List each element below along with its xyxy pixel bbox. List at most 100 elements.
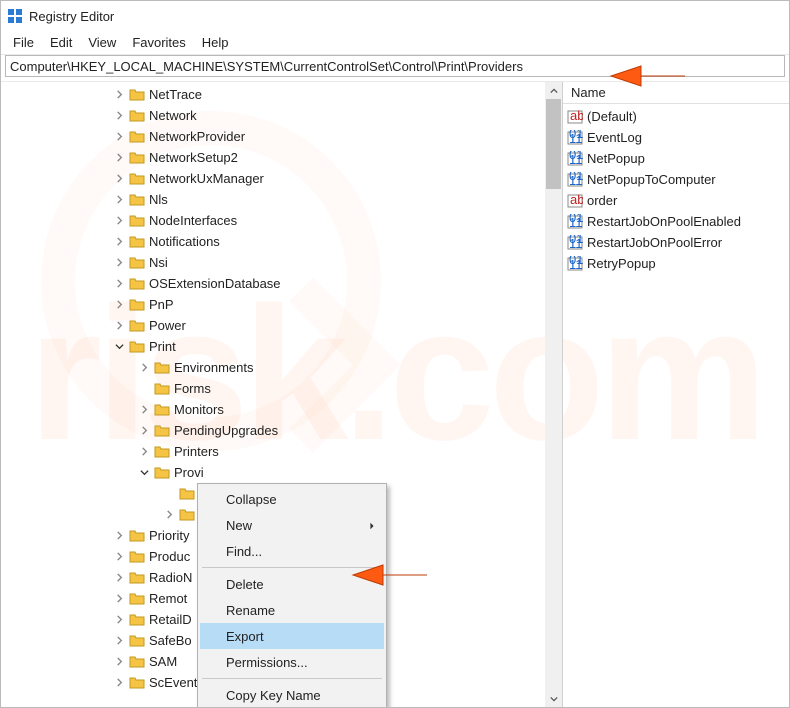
folder-icon — [129, 591, 145, 607]
menu-help[interactable]: Help — [194, 33, 237, 52]
value-name: NetPopupToComputer — [587, 172, 716, 187]
chevron-right-icon[interactable] — [134, 426, 154, 435]
value-name: EventLog — [587, 130, 642, 145]
tree-label: Notifications — [149, 234, 220, 249]
chevron-down-icon[interactable] — [134, 468, 154, 477]
tree-node[interactable]: Printers — [1, 441, 562, 462]
value-row[interactable]: 011110NetPopup — [563, 148, 789, 169]
chevron-right-icon[interactable] — [109, 111, 129, 120]
tree-node[interactable]: Nls — [1, 189, 562, 210]
svg-text:110: 110 — [569, 257, 583, 272]
chevron-right-icon[interactable] — [109, 258, 129, 267]
tree-node-print[interactable]: Print — [1, 336, 562, 357]
value-name: RestartJobOnPoolError — [587, 235, 722, 250]
scroll-track[interactable] — [545, 99, 562, 690]
chevron-right-icon[interactable] — [109, 615, 129, 624]
column-header-name[interactable]: Name — [563, 82, 614, 103]
tree-node[interactable]: NetworkProvider — [1, 126, 562, 147]
scroll-up-button[interactable] — [545, 82, 562, 99]
menu-edit[interactable]: Edit — [42, 33, 80, 52]
value-row[interactable]: 011110NetPopupToComputer — [563, 169, 789, 190]
ctx-delete[interactable]: Delete — [200, 571, 384, 597]
value-panel: Name ab(Default)011110EventLog011110NetP… — [563, 82, 789, 707]
tree-label: SAM — [149, 654, 177, 669]
folder-icon — [129, 150, 145, 166]
tree-node-providers[interactable]: Provi — [1, 462, 562, 483]
ctx-collapse[interactable]: Collapse — [200, 486, 384, 512]
folder-icon — [129, 255, 145, 271]
ctx-find[interactable]: Find... — [200, 538, 384, 564]
chevron-right-icon[interactable] — [134, 363, 154, 372]
chevron-right-icon[interactable] — [109, 678, 129, 687]
ctx-new[interactable]: New — [200, 512, 384, 538]
scroll-thumb[interactable] — [546, 99, 561, 189]
tree-node[interactable]: Nsi — [1, 252, 562, 273]
value-name: RetryPopup — [587, 256, 656, 271]
chevron-right-icon[interactable] — [134, 405, 154, 414]
tree-label: Print — [149, 339, 176, 354]
chevron-right-icon[interactable] — [109, 552, 129, 561]
chevron-right-icon[interactable] — [109, 636, 129, 645]
chevron-right-icon[interactable] — [109, 132, 129, 141]
reg-dword-icon: 011110 — [567, 151, 583, 167]
chevron-right-icon[interactable] — [109, 174, 129, 183]
value-row[interactable]: 011110RetryPopup — [563, 253, 789, 274]
chevron-right-icon[interactable] — [109, 657, 129, 666]
tree-node[interactable]: Forms — [1, 378, 562, 399]
chevron-right-icon[interactable] — [109, 216, 129, 225]
value-list[interactable]: ab(Default)011110EventLog011110NetPopup0… — [563, 104, 789, 274]
ctx-export[interactable]: Export — [200, 623, 384, 649]
tree-node[interactable]: PendingUpgrades — [1, 420, 562, 441]
chevron-right-icon[interactable] — [109, 531, 129, 540]
tree-node[interactable]: NetworkSetup2 — [1, 147, 562, 168]
chevron-right-icon[interactable] — [109, 237, 129, 246]
folder-icon — [129, 675, 145, 691]
value-name: order — [587, 193, 617, 208]
ctx-copykeyname[interactable]: Copy Key Name — [200, 682, 384, 707]
reg-dword-icon: 011110 — [567, 214, 583, 230]
folder-icon — [154, 360, 170, 376]
folder-icon — [129, 654, 145, 670]
tree-label: Remot — [149, 591, 187, 606]
value-row[interactable]: 011110EventLog — [563, 127, 789, 148]
tree-node[interactable]: NetworkUxManager — [1, 168, 562, 189]
chevron-right-icon[interactable] — [134, 447, 154, 456]
vertical-scrollbar[interactable] — [545, 82, 562, 707]
folder-icon — [129, 234, 145, 250]
tree-node[interactable]: NetTrace — [1, 84, 562, 105]
chevron-right-icon[interactable] — [109, 321, 129, 330]
folder-icon — [129, 108, 145, 124]
ctx-rename[interactable]: Rename — [200, 597, 384, 623]
tree-node[interactable]: Power — [1, 315, 562, 336]
chevron-right-icon[interactable] — [109, 90, 129, 99]
chevron-right-icon[interactable] — [109, 279, 129, 288]
chevron-right-icon[interactable] — [109, 300, 129, 309]
ctx-permissions[interactable]: Permissions... — [200, 649, 384, 675]
menu-view[interactable]: View — [80, 33, 124, 52]
tree-node[interactable]: Notifications — [1, 231, 562, 252]
menu-file[interactable]: File — [5, 33, 42, 52]
tree-node[interactable]: Environments — [1, 357, 562, 378]
address-bar[interactable]: Computer\HKEY_LOCAL_MACHINE\SYSTEM\Curre… — [5, 55, 785, 77]
tree-node[interactable]: NodeInterfaces — [1, 210, 562, 231]
tree-node[interactable]: Network — [1, 105, 562, 126]
tree-label: NetTrace — [149, 87, 202, 102]
menu-favorites[interactable]: Favorites — [124, 33, 193, 52]
folder-icon — [129, 318, 145, 334]
value-row[interactable]: aborder — [563, 190, 789, 211]
chevron-down-icon[interactable] — [109, 342, 129, 351]
chevron-right-icon[interactable] — [109, 153, 129, 162]
chevron-right-icon[interactable] — [109, 195, 129, 204]
address-path[interactable]: Computer\HKEY_LOCAL_MACHINE\SYSTEM\Curre… — [6, 57, 784, 76]
value-row[interactable]: 011110RestartJobOnPoolError — [563, 232, 789, 253]
scroll-down-button[interactable] — [545, 690, 562, 707]
value-row[interactable]: 011110 RestartJobOnPoolEnabled — [563, 211, 789, 232]
chevron-right-icon[interactable] — [109, 594, 129, 603]
chevron-right-icon[interactable] — [109, 573, 129, 582]
tree-node[interactable]: OSExtensionDatabase — [1, 273, 562, 294]
tree-node[interactable]: PnP — [1, 294, 562, 315]
tree-node[interactable]: Monitors — [1, 399, 562, 420]
value-row[interactable]: ab(Default) — [563, 106, 789, 127]
value-name: RestartJobOnPoolEnabled — [587, 214, 741, 229]
chevron-right-icon[interactable] — [159, 510, 179, 519]
